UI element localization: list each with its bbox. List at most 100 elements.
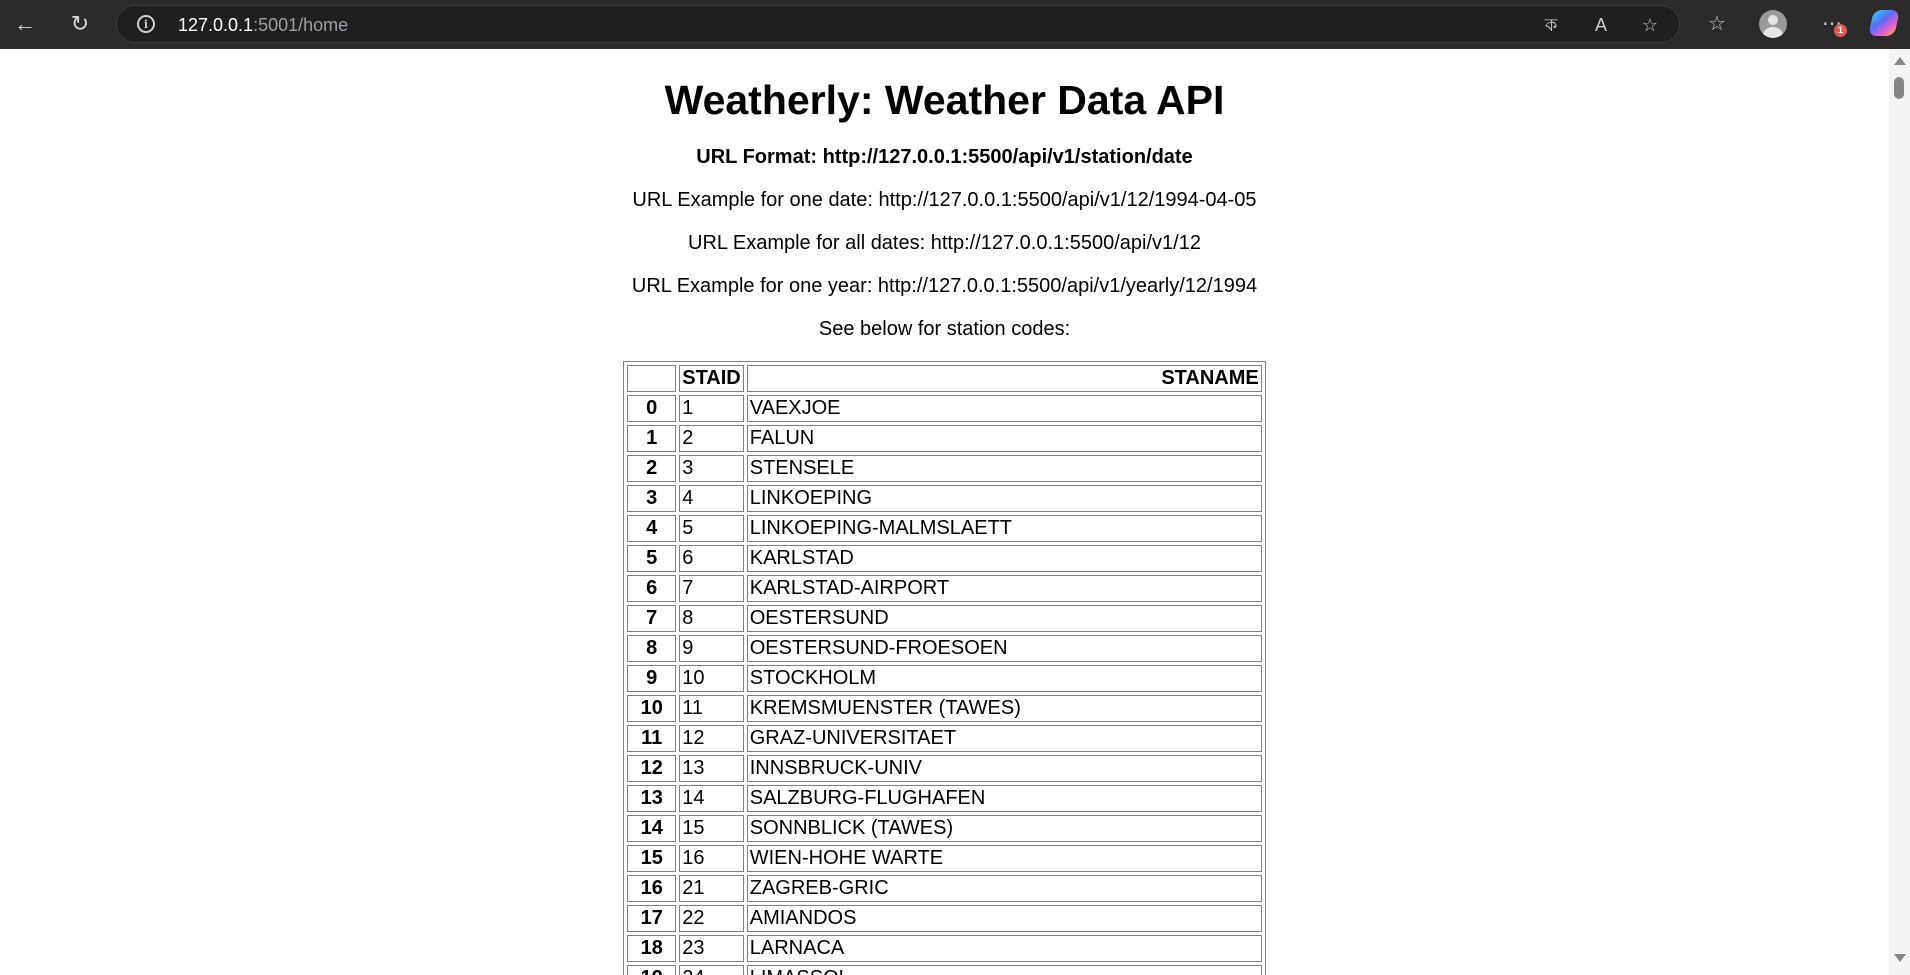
- table-row: 17 22 AMIANDOS: [627, 905, 1262, 932]
- staname-cell: LARNACA: [746, 935, 1262, 962]
- read-aloud-icon[interactable]: A: [1587, 13, 1615, 37]
- index-header: [627, 365, 677, 392]
- vertical-scrollbar[interactable]: [1889, 49, 1910, 975]
- staname-cell: LIMASSOL: [746, 965, 1262, 975]
- example-one-year-text: URL Example for one year: http://127.0.0…: [631, 275, 1258, 297]
- staname-cell: AMIANDOS: [746, 905, 1262, 932]
- table-row: 10 11 KREMSMUENSTER (TAWES): [627, 695, 1262, 722]
- staname-cell: STENSELE: [746, 455, 1262, 482]
- row-index-cell: 12: [627, 755, 677, 782]
- back-arrow-icon: ←: [14, 11, 36, 36]
- copilot-icon[interactable]: [1868, 10, 1900, 36]
- favorite-star-icon[interactable]: ☆: [1636, 13, 1664, 37]
- staname-cell: KREMSMUENSTER (TAWES): [746, 695, 1262, 722]
- site-info-icon[interactable]: i: [137, 15, 155, 33]
- address-bar[interactable]: i 127.0.0.1:5001/home ক A ☆: [116, 5, 1680, 43]
- staid-cell: 24: [679, 965, 744, 975]
- reload-button[interactable]: ↻: [63, 8, 97, 40]
- favorites-icon[interactable]: ☆: [1700, 8, 1734, 40]
- translate-icon[interactable]: ক: [1537, 13, 1565, 37]
- example-all-dates-text: URL Example for all dates: http://127.0.…: [688, 232, 1201, 254]
- staid-header: STAID: [679, 365, 744, 392]
- table-body: 0 1 VAEXJOE 1 2 FALUN 2 3 STENSELE 3 4 LINKOEPING 4 5…: [627, 395, 1262, 975]
- table-row: 3 4 LINKOEPING: [627, 485, 1262, 512]
- stations-table: STAID STANAME 0 1 VAEXJOE 1 2 FALUN 2 3 STENSELE…: [623, 361, 1266, 975]
- table-row: 16 21 ZAGREB-GRIC: [627, 875, 1262, 902]
- staid-cell: 23: [679, 935, 744, 962]
- profile-avatar-icon[interactable]: [1759, 10, 1787, 38]
- table-row: 9 10 STOCKHOLM: [627, 665, 1262, 692]
- staid-cell: 15: [679, 815, 744, 842]
- staid-cell: 8: [679, 605, 744, 632]
- row-index-cell: 7: [627, 605, 677, 632]
- table-row: 15 16 WIEN-HOHE WARTE: [627, 845, 1262, 872]
- staname-cell: INNSBRUCK-UNIV: [746, 755, 1262, 782]
- staid-cell: 10: [679, 665, 744, 692]
- example-one-date-text: URL Example for one date: http://127.0.0…: [632, 189, 1257, 211]
- row-index-cell: 0: [627, 395, 677, 422]
- row-index-cell: 3: [627, 485, 677, 512]
- row-index-cell: 5: [627, 545, 677, 572]
- row-index-cell: 13: [627, 785, 677, 812]
- reload-icon: ↻: [70, 11, 90, 36]
- staname-cell: SALZBURG-FLUGHAFEN: [746, 785, 1262, 812]
- page-title: Weatherly: Weather Data API: [664, 77, 1225, 123]
- staid-cell: 4: [679, 485, 744, 512]
- staid-cell: 7: [679, 575, 744, 602]
- table-row: 11 12 GRAZ-UNIVERSITAET: [627, 725, 1262, 752]
- staname-cell: LINKOEPING: [746, 485, 1262, 512]
- row-index-cell: 19: [627, 965, 677, 975]
- scroll-down-arrow-icon[interactable]: [1894, 954, 1906, 962]
- staid-cell: 3: [679, 455, 744, 482]
- url-host: 127.0.0.1: [178, 15, 254, 35]
- row-index-cell: 8: [627, 635, 677, 662]
- staid-cell: 5: [679, 515, 744, 542]
- row-index-cell: 1: [627, 425, 677, 452]
- scrollbar-thumb[interactable]: [1894, 77, 1904, 99]
- table-row: 18 23 LARNACA: [627, 935, 1262, 962]
- staname-cell: VAEXJOE: [746, 395, 1262, 422]
- table-row: 0 1 VAEXJOE: [627, 395, 1262, 422]
- row-index-cell: 6: [627, 575, 677, 602]
- url-path: :5001/home: [253, 15, 349, 35]
- staname-cell: KARLSTAD-AIRPORT: [746, 575, 1262, 602]
- notification-badge: 1: [1834, 24, 1847, 37]
- table-header-row: STAID STANAME: [627, 365, 1262, 392]
- staname-cell: GRAZ-UNIVERSITAET: [746, 725, 1262, 752]
- staid-cell: 11: [679, 695, 744, 722]
- row-index-cell: 2: [627, 455, 677, 482]
- staname-cell: WIEN-HOHE WARTE: [746, 845, 1262, 872]
- staid-cell: 6: [679, 545, 744, 572]
- page-viewport: Weatherly: Weather Data API URL Format: …: [0, 49, 1889, 975]
- staid-cell: 13: [679, 755, 744, 782]
- staname-cell: FALUN: [746, 425, 1262, 452]
- browser-toolbar: ← ↻ i 127.0.0.1:5001/home ক A ☆ ☆ ⋯ 1: [0, 0, 1910, 49]
- page-content: Weatherly: Weather Data API URL Format: …: [0, 75, 1889, 975]
- row-index-cell: 10: [627, 695, 677, 722]
- row-index-cell: 16: [627, 875, 677, 902]
- table-row: 2 3 STENSELE: [627, 455, 1262, 482]
- staid-cell: 1: [679, 395, 744, 422]
- table-row: 7 8 OESTERSUND: [627, 605, 1262, 632]
- table-row: 5 6 KARLSTAD: [627, 545, 1262, 572]
- staname-cell: STOCKHOLM: [746, 665, 1262, 692]
- table-row: 14 15 SONNBLICK (TAWES): [627, 815, 1262, 842]
- staname-cell: LINKOEPING-MALMSLAETT: [746, 515, 1262, 542]
- row-index-cell: 14: [627, 815, 677, 842]
- staname-cell: OESTERSUND: [746, 605, 1262, 632]
- row-index-cell: 17: [627, 905, 677, 932]
- url-text[interactable]: 127.0.0.1:5001/home: [178, 15, 348, 36]
- staname-cell: OESTERSUND-FROESOEN: [746, 635, 1262, 662]
- staid-cell: 16: [679, 845, 744, 872]
- scroll-up-arrow-icon[interactable]: [1894, 57, 1906, 65]
- table-row: 8 9 OESTERSUND-FROESOEN: [627, 635, 1262, 662]
- back-button[interactable]: ←: [8, 8, 42, 40]
- station-codes-intro: See below for station codes:: [818, 318, 1071, 340]
- row-index-cell: 18: [627, 935, 677, 962]
- row-index-cell: 4: [627, 515, 677, 542]
- table-row: 13 14 SALZBURG-FLUGHAFEN: [627, 785, 1262, 812]
- staid-cell: 21: [679, 875, 744, 902]
- staname-cell: KARLSTAD: [746, 545, 1262, 572]
- staid-cell: 2: [679, 425, 744, 452]
- staid-cell: 14: [679, 785, 744, 812]
